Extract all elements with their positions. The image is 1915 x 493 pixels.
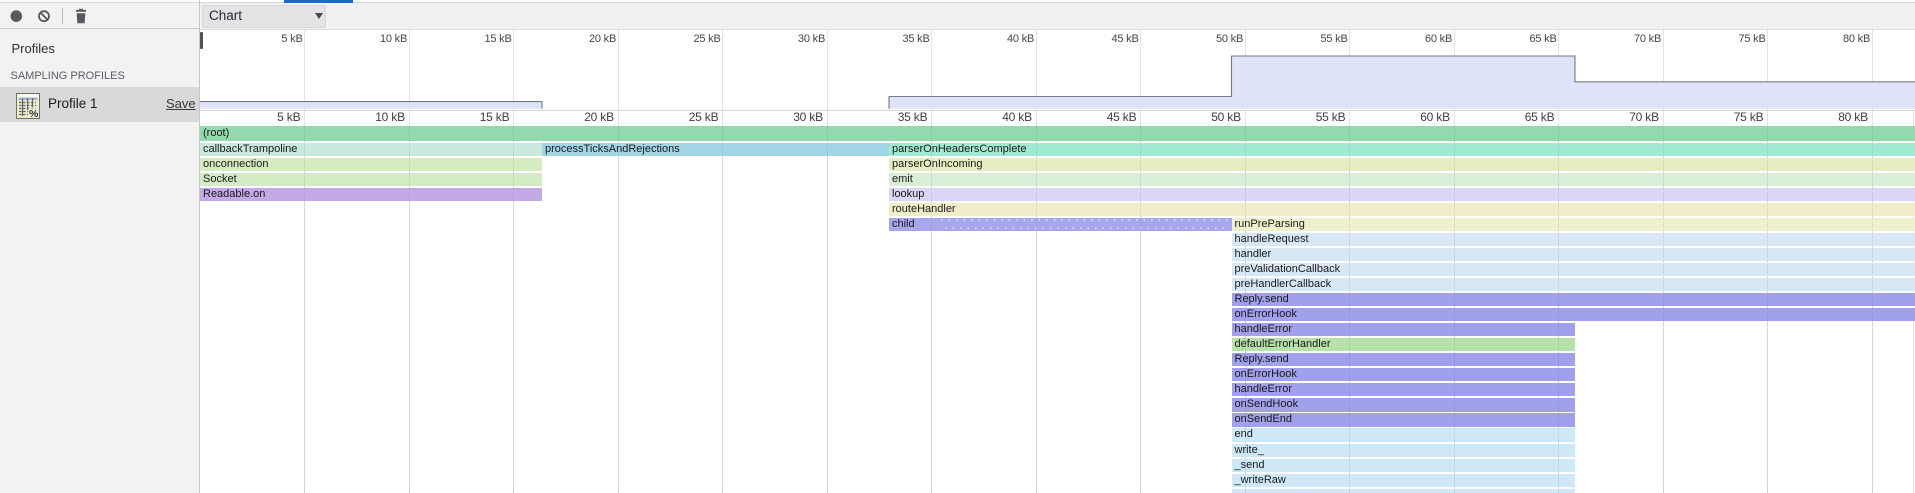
svg-text:%: % (29, 108, 39, 119)
